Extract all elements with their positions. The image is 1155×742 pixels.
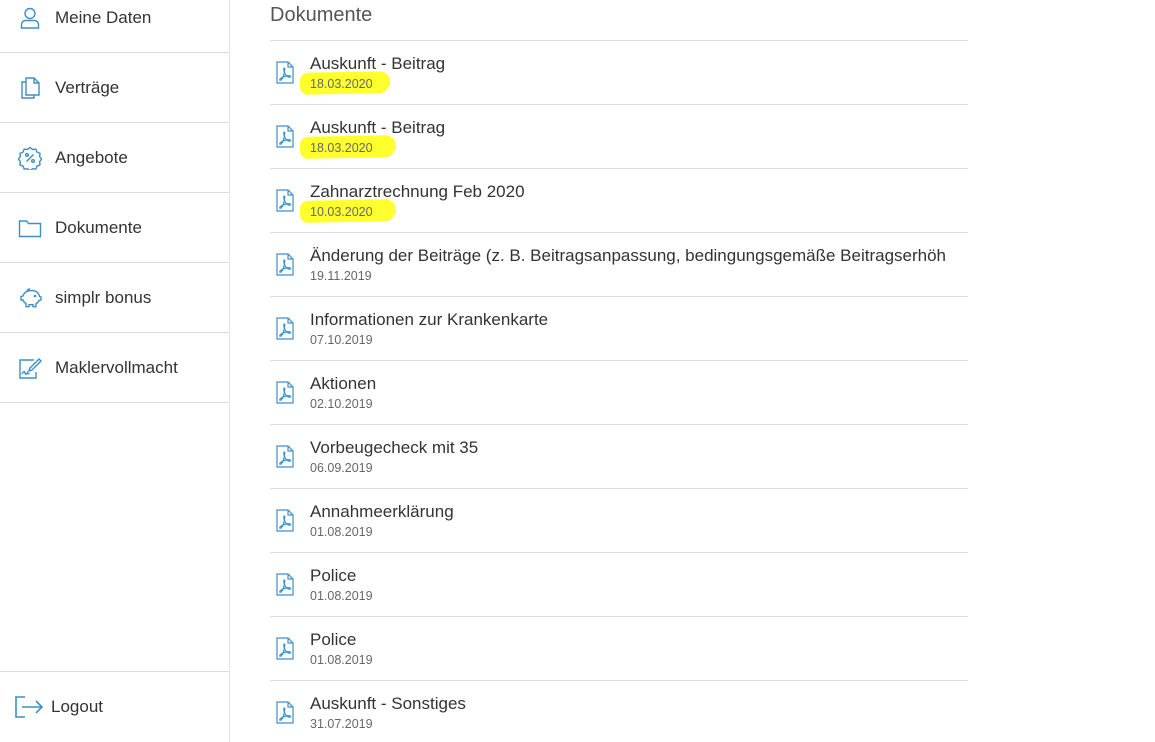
document-row[interactable]: Auskunft - Beitrag 18.03.2020 <box>270 105 968 169</box>
document-date: 07.10.2019 <box>310 333 373 347</box>
document-date: 31.07.2019 <box>310 717 373 731</box>
document-title: Annahmeerklärung <box>310 502 454 521</box>
sidebar-item-simplr-bonus[interactable]: simplr bonus <box>0 263 229 333</box>
pdf-file-icon <box>276 701 294 724</box>
pdf-file-icon <box>276 637 294 660</box>
document-date: 06.09.2019 <box>310 461 373 475</box>
document-date: 18.03.2020 <box>310 77 373 91</box>
pdf-file-icon <box>276 189 294 212</box>
document-date: 19.11.2019 <box>310 269 372 283</box>
document-row[interactable]: Police 01.08.2019 <box>270 617 968 681</box>
document-row[interactable]: Auskunft - Beitrag 18.03.2020 <box>270 41 968 105</box>
pdf-file-icon <box>276 381 294 404</box>
document-row[interactable]: Aktionen 02.10.2019 <box>270 361 968 425</box>
logout-icon <box>14 695 44 719</box>
document-date: 01.08.2019 <box>310 589 373 603</box>
document-date: 10.03.2020 <box>310 205 373 219</box>
document-row[interactable]: Auskunft - Sonstiges 31.07.2019 <box>270 681 968 742</box>
sidebar-item-label: Angebote <box>55 147 128 167</box>
pdf-file-icon <box>276 509 294 532</box>
main-content: Dokumente Auskunft - Beitrag 18.03.2020 … <box>270 0 968 742</box>
percent-badge-icon <box>18 146 42 170</box>
document-title: Police <box>310 566 357 585</box>
piggy-bank-icon <box>18 286 42 310</box>
document-row[interactable]: Informationen zur Krankenkarte 07.10.201… <box>270 297 968 361</box>
sidebar-item-label: simplr bonus <box>55 287 152 307</box>
page-title: Dokumente <box>270 4 373 26</box>
user-icon <box>18 6 42 30</box>
document-row[interactable]: Änderung der Beiträge (z. B. Beitragsanp… <box>270 233 968 297</box>
sidebar: Meine Daten Verträge Angebote Dokumente … <box>0 0 230 742</box>
document-date: 18.03.2020 <box>310 141 373 155</box>
document-title: Änderung der Beiträge (z. B. Beitragsanp… <box>310 246 947 265</box>
document-row[interactable]: Vorbeugecheck mit 35 06.09.2019 <box>270 425 968 489</box>
document-date: 01.08.2019 <box>310 525 373 539</box>
document-title: Auskunft - Sonstiges <box>310 694 466 713</box>
pdf-file-icon <box>276 125 294 148</box>
document-row[interactable]: Annahmeerklärung 01.08.2019 <box>270 489 968 553</box>
document-date: 01.08.2019 <box>310 653 373 667</box>
sidebar-item-angebote[interactable]: Angebote <box>0 123 229 193</box>
pdf-file-icon <box>276 253 294 276</box>
logout-label: Logout <box>51 697 103 716</box>
document-title: Zahnarztrechnung Feb 2020 <box>310 182 525 201</box>
app-root: Meine Daten Verträge Angebote Dokumente … <box>0 0 1155 742</box>
document-row[interactable]: Zahnarztrechnung Feb 2020 10.03.2020 <box>270 169 968 233</box>
sidebar-nav: Meine Daten Verträge Angebote Dokumente … <box>0 0 229 403</box>
sidebar-item-label: Meine Daten <box>55 7 152 27</box>
sidebar-item-label: Maklervollmacht <box>55 357 178 377</box>
document-title: Police <box>310 630 357 649</box>
pdf-file-icon <box>276 61 294 84</box>
pdf-file-icon <box>276 317 294 340</box>
document-title: Informationen zur Krankenkarte <box>310 310 549 329</box>
document-title: Vorbeugecheck mit 35 <box>310 438 479 457</box>
pdf-file-icon <box>276 445 294 468</box>
sidebar-item-maklervollmacht[interactable]: Maklervollmacht <box>0 333 229 403</box>
pdf-file-icon <box>276 573 294 596</box>
logout-button[interactable]: Logout <box>0 671 229 742</box>
document-title: Aktionen <box>310 374 377 393</box>
document-row[interactable]: Police 01.08.2019 <box>270 553 968 617</box>
signature-icon <box>18 356 42 380</box>
documents-icon <box>18 76 42 100</box>
document-list: Auskunft - Beitrag 18.03.2020 Auskunft -… <box>270 40 968 742</box>
folder-icon <box>18 216 42 240</box>
sidebar-item-vertraege[interactable]: Verträge <box>0 53 229 123</box>
sidebar-item-label: Dokumente <box>55 217 142 237</box>
sidebar-item-meine-daten[interactable]: Meine Daten <box>0 0 229 53</box>
document-date: 02.10.2019 <box>310 397 373 411</box>
sidebar-item-dokumente[interactable]: Dokumente <box>0 193 229 263</box>
sidebar-item-label: Verträge <box>55 77 120 97</box>
